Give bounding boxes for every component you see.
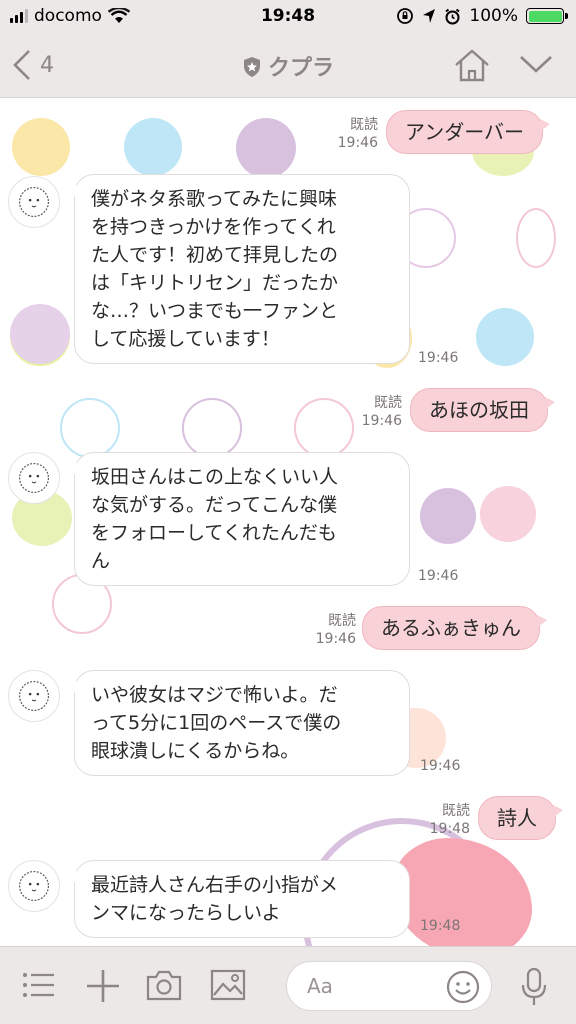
wallpaper-dot [10,304,70,364]
wallpaper-dot [124,118,182,176]
plus-icon[interactable] [86,969,120,1003]
status-bar: docomo 19:48 100% [0,0,576,34]
chat-area[interactable]: 既読 19:46 アンダーバー 僕がネタ系歌ってみたに興味 を持つきっかけを作っ… [0,98,576,946]
shield-icon [243,57,260,77]
avatar[interactable] [8,452,60,504]
message-meta: 既読 19:46 [304,612,356,648]
read-receipt: 既読 [328,613,356,629]
message-text: 詩人 [497,806,537,830]
emoji-icon[interactable] [445,969,481,1005]
lock-rotation-icon [397,8,414,24]
read-receipt: 既読 [374,395,402,411]
message-bubble-incoming[interactable]: いや彼女はマジで怖いよ。だ って5分に1回のペースで僕の 眼球潰しにくるからね。 [67,670,410,776]
message-line: ンマになったらしいよ [91,902,281,924]
mic-icon[interactable] [518,967,550,1007]
message-bubble-outgoing[interactable]: 詩人 [478,796,563,840]
wallpaper-dot [182,398,242,458]
message-line: た人です！初めて拝見したの [91,244,339,266]
wallpaper-dot [392,838,532,946]
message-time: 19:46 [418,568,459,584]
wallpaper-dot [12,118,70,176]
wallpaper-dot [420,488,476,544]
message-bubble-incoming[interactable]: 最近詩人さん右手の小指がメ ンマになったらしいよ [67,860,410,938]
message-meta: 既読 19:46 [326,116,378,152]
message-line: 僕がネタ系歌ってみたに興味 [91,188,338,210]
message-time: 19:46 [418,350,459,366]
message-line: って5分に1回のペースで僕の [91,712,342,734]
message-bubble-outgoing[interactable]: あるふぁきゅん [362,606,547,650]
message-bubble-outgoing[interactable]: あほの坂田 [410,388,555,432]
message-text: アンダーバー [405,120,524,144]
message-line: いや彼女はマジで怖いよ。だ [91,684,338,706]
message-bubble-incoming[interactable]: 僕がネタ系歌ってみたに興味 を持つきっかけを作ってくれ た人です！初めて拝見した… [67,174,410,364]
avatar[interactable] [8,670,60,722]
message-input[interactable]: Aa [286,961,492,1011]
message-line: 最近詩人さん右手の小指がメ [91,874,339,896]
message-time: 19:46 [420,758,461,774]
message-time: 19:48 [420,918,461,934]
message-input-placeholder: Aa [307,974,333,998]
wallpaper-dot [236,118,296,178]
menu-icon[interactable] [22,969,56,1001]
message-time: 19:46 [337,135,378,151]
message-line: を持つきっかけを作ってくれ [91,216,336,238]
camera-icon[interactable] [146,969,182,1001]
message-line: 眼球潰しにくるからね。 [91,740,300,762]
message-line: 坂田さんはこの上なくいい人 [91,466,339,488]
wallpaper-dot [516,208,556,268]
home-icon[interactable] [452,48,492,84]
wallpaper-dot [60,398,120,458]
image-icon[interactable] [210,969,246,1001]
message-line: な気がする。だってこんな僕 [91,494,338,516]
message-time: 19:48 [429,821,470,837]
chat-title-text: クプラ [267,56,334,81]
message-time: 19:46 [361,413,402,429]
chevron-down-icon[interactable] [518,52,554,76]
wallpaper-dot [480,486,536,542]
message-meta: 既読 19:48 [418,802,470,838]
message-time: 19:46 [315,631,356,647]
message-line: して応援しています！ [91,328,280,350]
message-meta: 既読 19:46 [350,394,402,430]
battery-icon [526,8,568,24]
message-line: をフォローしてくれたんだも [91,522,337,544]
wallpaper-dot [476,308,534,366]
message-bubble-incoming[interactable]: 坂田さんはこの上なくいい人 な気がする。だってこんな僕 をフォローしてくれたんだ… [67,452,410,586]
avatar[interactable] [8,176,60,228]
message-text: あるふぁきゅん [381,616,521,640]
message-line: は「キリトリセン」だったか [91,272,339,294]
message-bubble-outgoing[interactable]: アンダーバー [386,110,550,154]
message-line: ん [91,550,111,572]
message-text: あほの坂田 [429,398,529,422]
location-icon [423,9,436,23]
avatar[interactable] [8,860,60,912]
read-receipt: 既読 [442,803,470,819]
read-receipt: 既読 [350,117,378,133]
chat-header: 4 クプラ [0,34,576,98]
battery-percent: 100% [469,6,518,26]
status-right: 100% [396,6,568,26]
message-line: な…？いつまでも一ファンと [91,300,339,322]
composer-bar: Aa [0,946,576,1024]
alarm-icon [445,8,461,24]
wallpaper-dot [294,398,354,458]
